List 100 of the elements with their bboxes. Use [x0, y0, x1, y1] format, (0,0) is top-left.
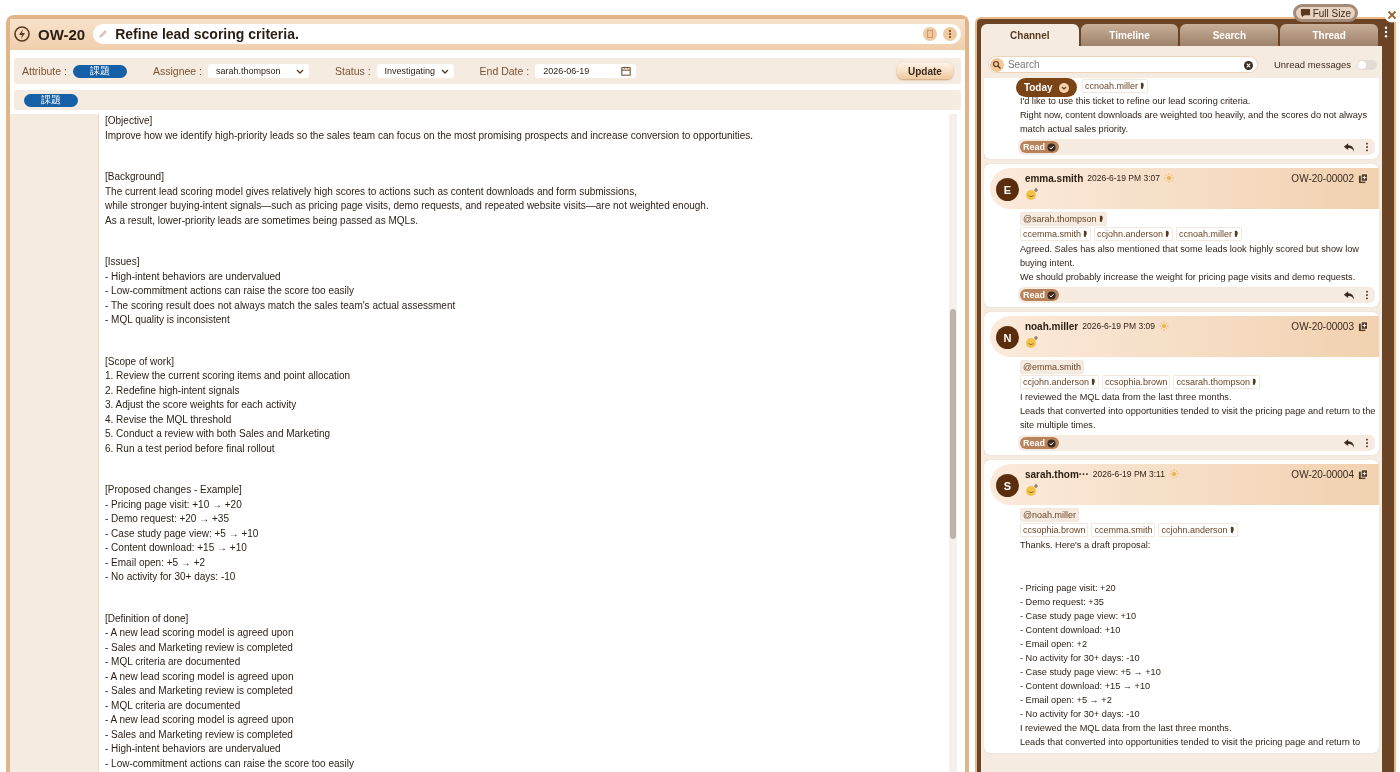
more-icon[interactable]	[1384, 26, 1388, 38]
caret-icon	[1058, 82, 1069, 93]
timestamp: 2026-6-19 PM 3:09	[1082, 321, 1156, 331]
cc-chip[interactable]: ccemma.smith	[1091, 523, 1156, 537]
sun-icon	[1164, 173, 1175, 183]
message-text: I reviewed the MQL data from the last three months.	[1019, 722, 1233, 735]
message-text: - Email open: +5 → +2	[1019, 694, 1113, 707]
footprint-icon	[1229, 526, 1235, 534]
description-line: - Email open: +5 → +2	[105, 555, 207, 570]
today-button[interactable]: Today	[1015, 78, 1077, 97]
copy-icon[interactable]	[1358, 468, 1369, 480]
update-button[interactable]: Update	[896, 63, 953, 79]
description-line: while stronger buying-intent signals—such as pricing page visits, demo requests, and repeated website visits—are not weighted enough.	[105, 199, 710, 213]
message-text: I'd like to use this ticket to refine our lead scoring criteria.	[1019, 95, 1252, 108]
mention-chip[interactable]: @emma.smith	[1019, 360, 1085, 374]
add-reaction-icon[interactable]	[1024, 187, 1039, 201]
cc-chip[interactable]: ccjohn.anderson	[1019, 375, 1099, 389]
description-line: [Proposed changes - Example]	[105, 483, 243, 497]
description-line: [Definition of done]	[105, 611, 190, 626]
pencil-icon	[97, 28, 110, 40]
copy-icon[interactable]	[1358, 320, 1369, 332]
sun-icon	[1159, 321, 1170, 331]
description-line: [Background]	[105, 170, 165, 184]
more-icon[interactable]	[1365, 290, 1369, 300]
read-badge: Read	[1019, 141, 1059, 153]
avatar: N	[995, 326, 1019, 349]
message-id: OW-20-00004	[1291, 468, 1354, 480]
message-id: OW-20-00003	[1291, 320, 1354, 332]
cc-chip[interactable]: ccsarah.thompson	[1173, 375, 1261, 389]
clear-icon[interactable]	[1243, 61, 1253, 70]
title-field[interactable]: Refine lead scoring criteria.	[93, 24, 961, 44]
check-icon	[1046, 290, 1056, 300]
cc-chip[interactable]: ccnoah.miller	[1175, 227, 1242, 241]
description-line: 1. Review the current scoring items and point allocation	[105, 369, 352, 383]
cc-chip[interactable]: ccsophia.brown	[1019, 523, 1089, 537]
unread-toggle[interactable]	[1357, 59, 1377, 70]
message-text: Leads that converted into opportunities tended to visit the pricing page and return to the site multiple times.	[1019, 405, 1377, 432]
cc-chip[interactable]: ccnoah.miller	[1081, 79, 1148, 93]
ticket-key: OW-20	[38, 25, 86, 43]
footprint-icon	[1252, 378, 1258, 386]
description-line: - High-intent behaviors are undervalued	[105, 269, 282, 284]
description-line: - Content download: +15 → +10	[105, 541, 248, 555]
reply-icon[interactable]	[1343, 437, 1355, 449]
search-icon	[989, 58, 1004, 72]
attribute-tag[interactable]: 課題	[72, 64, 127, 78]
more-icon[interactable]	[1365, 438, 1369, 448]
cc-chip[interactable]: ccemma.smith	[1019, 227, 1091, 241]
description-line: 4. Revise the MQL threshold	[105, 412, 233, 427]
footprint-icon	[1234, 230, 1239, 238]
lightning-icon	[14, 26, 30, 42]
author-name: noah.miller	[1024, 320, 1079, 332]
cc-chip[interactable]: ccjohn.anderson	[1093, 227, 1173, 241]
caret-icon	[296, 68, 304, 74]
attribute-label: Attribute :	[22, 65, 67, 77]
description-line: - Low-commitment actions can raise the score too easily	[105, 756, 355, 771]
description-line: As a result, lower-priority leads are sometimes being passed as MQLs.	[105, 213, 419, 228]
status-select[interactable]: Investigating	[376, 64, 454, 78]
more-icon[interactable]	[1365, 142, 1369, 152]
description-line: Improve how we identify high-priority leads so the sales team can focus on the most promising prospects and increase conversion to opportunities.	[105, 128, 755, 143]
message-text: Leads that converted into opportunities tended to visit the pricing page and return to	[1019, 736, 1362, 749]
add-reaction-icon[interactable]	[1024, 335, 1039, 349]
attribute-tag[interactable]: 課題	[24, 93, 78, 107]
description-line: - No activity for 30+ days: -10	[105, 570, 237, 584]
end-date-label: End Date :	[479, 65, 530, 77]
description-line: - A new lead scoring model is agreed upon	[105, 669, 295, 684]
author-name: sarah.thom···	[1024, 468, 1089, 480]
description-line: - Pricing page visit: +10 → +20	[105, 497, 243, 512]
mention-chip[interactable]: @sarah.thompson	[1019, 212, 1107, 226]
message-text: - No activity for 30+ days: -10	[1019, 708, 1141, 721]
sun-icon	[1168, 469, 1179, 479]
footprint-icon	[1139, 82, 1145, 90]
cc-chip[interactable]: ccjohn.anderson	[1158, 523, 1238, 537]
footprint-icon	[1164, 230, 1170, 238]
scrollbar[interactable]	[948, 114, 957, 772]
end-date-field[interactable]: 2026-06-19	[535, 64, 637, 78]
status-label: Status :	[335, 65, 371, 77]
message-text: - Demo request: +35	[1019, 596, 1105, 609]
reply-icon[interactable]	[1343, 289, 1355, 301]
tab[interactable]: Channel	[980, 24, 1079, 46]
description-line: - Demo request: +20 → +35	[105, 512, 230, 526]
copy-icon[interactable]	[1358, 172, 1369, 184]
reply-icon[interactable]	[1343, 141, 1355, 153]
assignee-select[interactable]: sarah.thompson	[208, 64, 309, 78]
mention-chip[interactable]: @noah.miller	[1019, 508, 1080, 522]
message-text: - Case study page view: +10	[1019, 610, 1138, 623]
caret-icon	[440, 68, 449, 74]
description-line: - A new lead scoring model is agreed upon	[105, 713, 295, 727]
description-line: - The scoring result does not always match the sales team's actual assessment	[105, 298, 457, 313]
unread-label: Unread messages	[1273, 59, 1351, 70]
full-size-button[interactable]: Full Size	[1292, 4, 1358, 22]
description-line: - Case study page view: +5 → +10	[105, 526, 260, 541]
more-icon[interactable]	[942, 27, 957, 41]
author-name: emma.smith	[1024, 172, 1084, 184]
cc-chip[interactable]: ccsophia.brown	[1101, 375, 1171, 389]
message-text: Thanks. Here's a draft proposal:	[1019, 539, 1152, 552]
description-line: 6. Run a test period before final rollout	[105, 441, 276, 456]
description-line: - MQL criteria are documented	[105, 655, 242, 669]
add-reaction-icon[interactable]	[1024, 483, 1039, 497]
search-field[interactable]: Search	[987, 56, 1258, 73]
message-id: OW-20-00002	[1291, 172, 1354, 184]
